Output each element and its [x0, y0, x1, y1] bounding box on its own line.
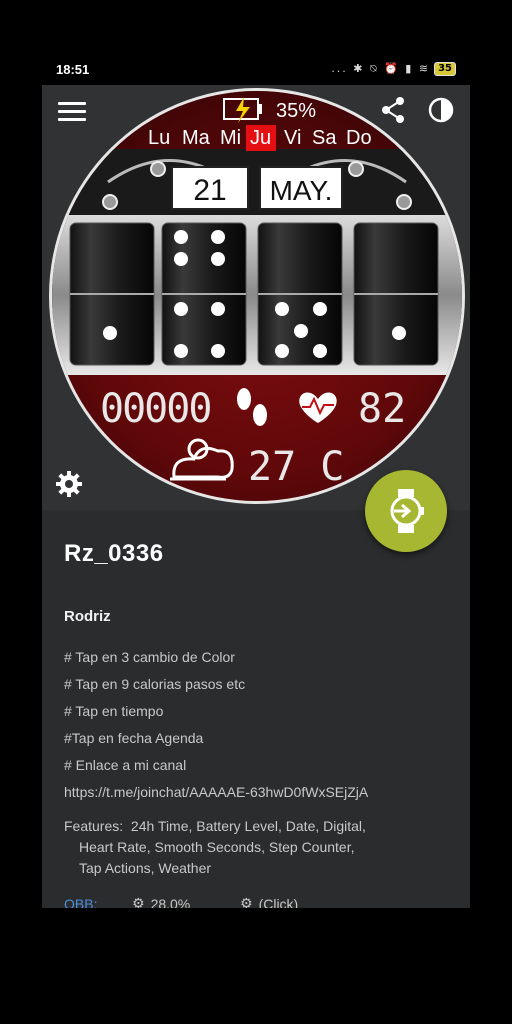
- domino-tile-hour-tens: [69, 222, 155, 366]
- watchface-preview: 35% Lu Ma Mi Ju Vi Sa Do 21 MAY. 00000 8…: [42, 85, 470, 510]
- day-do: Do: [346, 127, 372, 149]
- date-day: 21: [193, 174, 226, 207]
- day-ma: Ma: [182, 127, 211, 149]
- small-gear-icon: ⚙: [132, 896, 145, 908]
- description-line: # Tap en 3 cambio de Color: [64, 649, 235, 665]
- battery-icon: 35: [434, 62, 456, 76]
- date-month: MAY.: [270, 175, 333, 206]
- domino-tile-minute-units: [353, 222, 439, 366]
- small-gear-icon: ⚙: [240, 896, 253, 908]
- description-line: #Tap en fecha Agenda: [64, 730, 204, 746]
- step-count: 00000: [100, 386, 210, 432]
- obb-link[interactable]: OBB:: [64, 896, 97, 908]
- temperature-value: 27 C: [248, 444, 344, 490]
- day-ju: Ju: [250, 127, 271, 149]
- description-line: # Tap en 9 calorias pasos etc: [64, 676, 246, 692]
- domino-tile-minute-tens: [257, 222, 343, 366]
- menu-icon[interactable]: [58, 99, 86, 123]
- description-line: # Tap en tiempo: [64, 703, 164, 719]
- features-line-1: 24h Time, Battery Level, Date, Digital,: [130, 818, 366, 834]
- description-line: # Enlace a mi canal: [64, 757, 187, 773]
- gear-icon[interactable]: [54, 469, 84, 499]
- share-icon[interactable]: [378, 95, 408, 125]
- watchface-details: Rz_0336 Rodriz # Tap en 3 cambio de Colo…: [64, 540, 454, 908]
- channel-link[interactable]: https://t.me/joinchat/AAAAAE-63hwD0fWxSE…: [64, 779, 368, 806]
- features-label: Features:: [64, 818, 124, 834]
- obb-value: 28.0%: [150, 896, 191, 908]
- theme-toggle-icon[interactable]: [426, 95, 456, 125]
- watch-install-icon: [390, 489, 424, 533]
- day-vi: Vi: [284, 127, 301, 149]
- status-bar: 18:51 ... ✱ ⍉ ⏰ ▮ ≋ 35: [0, 58, 512, 82]
- domino-tile-hour-units: [161, 222, 247, 366]
- obb-progress: ⚙ 28.0%: [132, 896, 190, 908]
- battery-percent: 35%: [276, 100, 316, 122]
- app-screen: 35% Lu Ma Mi Ju Vi Sa Do 21 MAY. 00000 8…: [42, 85, 470, 908]
- status-indicator-icons: ... ✱ ⍉ ⏰ ▮ ≋: [331, 62, 431, 75]
- day-mi: Mi: [220, 127, 241, 149]
- features-list: Features: 24h Time, Battery Level, Date,…: [64, 816, 444, 879]
- description: # Tap en 3 cambio de Color # Tap en 9 ca…: [64, 644, 368, 806]
- watchface-title: Rz_0336: [64, 540, 164, 567]
- status-icons: ... ✱ ⍉ ⏰ ▮ ≋ 35: [331, 62, 456, 76]
- heart-rate-value: 82: [358, 386, 406, 432]
- features-line-3: Tap Actions, Weather: [79, 860, 212, 876]
- click-action[interactable]: ⚙ (Click): [240, 896, 298, 908]
- author-name[interactable]: Rodriz: [64, 608, 111, 625]
- day-lu: Lu: [148, 127, 170, 149]
- watch-face[interactable]: 35% Lu Ma Mi Ju Vi Sa Do 21 MAY. 00000 8…: [48, 87, 466, 505]
- status-time: 18:51: [56, 62, 90, 77]
- day-sa: Sa: [312, 127, 337, 149]
- features-line-2: Heart Rate, Smooth Seconds, Step Counter…: [79, 839, 355, 855]
- obb-row: OBB: ⚙ 28.0% ⚙ (Click): [64, 896, 454, 908]
- click-label: (Click): [258, 896, 299, 908]
